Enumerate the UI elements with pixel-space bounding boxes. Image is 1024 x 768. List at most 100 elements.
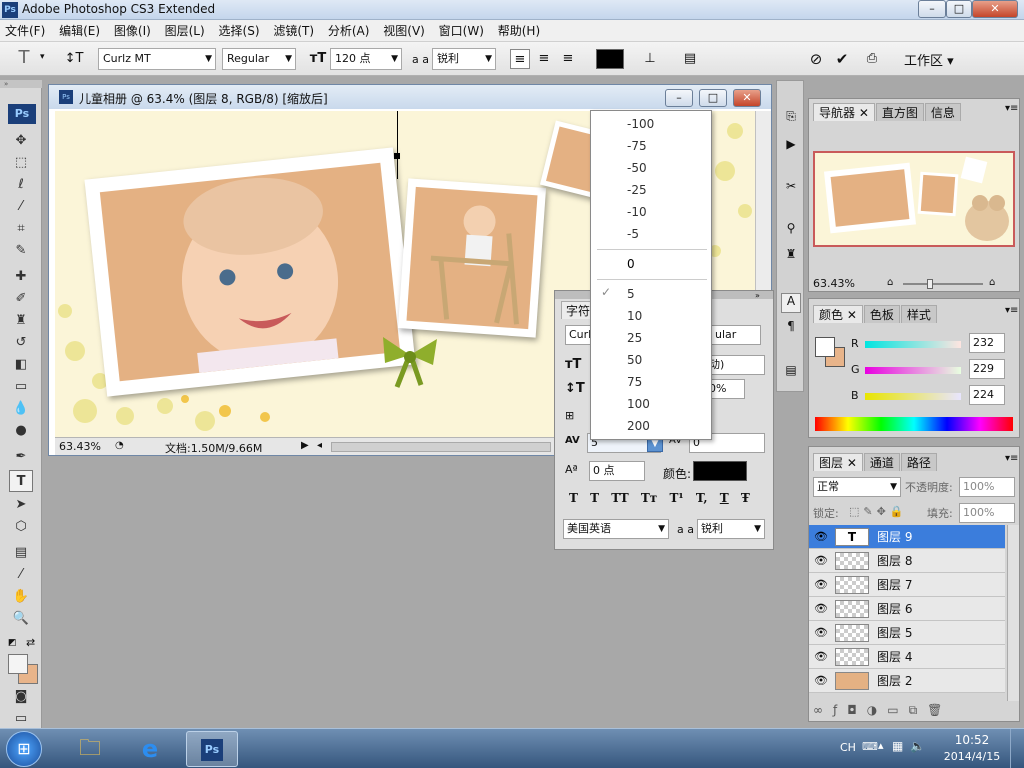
baseline-shift-field[interactable]: 0 点: [589, 461, 645, 481]
maximize-button[interactable]: □: [946, 0, 972, 18]
layer-row-5[interactable]: 👁 图层 5: [809, 621, 1005, 645]
text-style-buttons[interactable]: T T TT Tт T¹ T, T Ŧ: [569, 491, 750, 505]
menu-help[interactable]: 帮助(H): [493, 20, 545, 42]
channel-r-slider[interactable]: [865, 341, 961, 348]
notes-tool-icon[interactable]: ▤: [9, 542, 33, 564]
layer-row-8[interactable]: 👁 图层 8: [809, 549, 1005, 573]
menu-window[interactable]: 窗口(W): [434, 20, 489, 42]
dropdown-item[interactable]: 10: [591, 305, 711, 327]
menu-filter[interactable]: 滤镜(T): [268, 20, 319, 42]
lock-icons[interactable]: ⬚✎✥🔒: [849, 505, 908, 518]
antialias-select[interactable]: 锐利 ▼: [432, 48, 496, 70]
hand-tool-icon[interactable]: ✋: [9, 586, 33, 608]
text-tool-preset-icon[interactable]: T: [14, 48, 34, 68]
channel-g-field[interactable]: 229: [969, 359, 1005, 379]
zoom-slider-track[interactable]: [903, 283, 983, 285]
font-style-select[interactable]: Regular ▼: [222, 48, 296, 70]
visibility-eye-icon[interactable]: 👁: [813, 649, 829, 665]
blur-tool-icon[interactable]: 💧: [9, 398, 33, 420]
faux-bold-button[interactable]: T: [569, 491, 578, 505]
dropdown-item[interactable]: -75: [591, 135, 711, 157]
dropdown-item[interactable]: -50: [591, 157, 711, 179]
zoom-in-icon[interactable]: ⌂: [989, 277, 995, 288]
dropdown-item[interactable]: -100: [591, 113, 711, 135]
menu-image[interactable]: 图像(I): [109, 20, 156, 42]
char-font-style-field[interactable]: ular: [711, 325, 761, 345]
keyboard-icon[interactable]: ⌨: [862, 740, 878, 753]
input-language-indicator[interactable]: CH: [840, 741, 856, 754]
visibility-eye-icon[interactable]: 👁: [813, 577, 829, 593]
volume-icon[interactable]: 🔈: [910, 739, 925, 753]
panel-menu-icon[interactable]: ▾≡: [1005, 103, 1018, 114]
panel-menu-icon[interactable]: ▾≡: [1005, 453, 1018, 464]
dropdown-item[interactable]: -10: [591, 201, 711, 223]
color-spectrum-bar[interactable]: [815, 417, 1013, 431]
channel-b-field[interactable]: 224: [969, 385, 1005, 405]
bridge-icon[interactable]: ⎙: [862, 49, 882, 69]
dropdown-item[interactable]: 0: [591, 253, 711, 275]
dropdown-item[interactable]: 25: [591, 327, 711, 349]
gradient-tool-icon[interactable]: ▭: [9, 376, 33, 398]
visibility-eye-icon[interactable]: 👁: [813, 553, 829, 569]
workspace-menu[interactable]: 工作区 ▾: [904, 50, 954, 69]
superscript-button[interactable]: T¹: [669, 491, 683, 505]
tab-color[interactable]: 颜色 ✕: [813, 305, 863, 323]
tool-presets-icon[interactable]: ✂: [781, 179, 801, 199]
status-menu-arrow-icon[interactable]: ▶: [301, 440, 309, 451]
dropdown-item[interactable]: 75: [591, 371, 711, 393]
link-layers-icon[interactable]: ∞: [813, 703, 833, 717]
visibility-eye-icon[interactable]: 👁: [813, 601, 829, 617]
history-panel-icon[interactable]: ⎘: [781, 109, 801, 129]
clone-source-icon[interactable]: ♜: [781, 247, 801, 267]
network-icon[interactable]: ▦: [892, 739, 903, 753]
channel-g-slider[interactable]: [865, 367, 961, 374]
visibility-eye-icon[interactable]: 👁: [813, 625, 829, 641]
crop-tool-icon[interactable]: ⌗: [9, 218, 33, 240]
cancel-icon[interactable]: ⊘: [806, 49, 826, 69]
horizontal-scrollbar-thumb[interactable]: [331, 442, 551, 452]
magic-wand-tool-icon[interactable]: ⁄: [9, 196, 33, 218]
zoom-readout[interactable]: 63.43%: [59, 440, 101, 453]
doc-close-button[interactable]: ✕: [733, 89, 761, 107]
dodge-tool-icon[interactable]: ●: [9, 420, 33, 442]
dropdown-item[interactable]: 5: [591, 283, 711, 305]
character-panel-toggle-icon[interactable]: ▤: [680, 49, 700, 69]
layers-scrollbar[interactable]: [1007, 525, 1019, 701]
status-info-icon[interactable]: ◔: [115, 440, 124, 451]
fx-icon[interactable]: ƒ: [833, 703, 847, 717]
pen-tool-icon[interactable]: ✒: [9, 446, 33, 468]
dropdown-item[interactable]: -25: [591, 179, 711, 201]
all-caps-button[interactable]: TT: [611, 491, 628, 505]
mask-icon[interactable]: ◘: [847, 703, 867, 717]
tab-histogram[interactable]: 直方图: [875, 103, 924, 121]
new-group-icon[interactable]: ▭: [887, 703, 908, 717]
text-color-swatch[interactable]: [596, 49, 624, 69]
tray-expand-icon[interactable]: ▴: [878, 739, 884, 752]
layer-comps-icon[interactable]: ▤: [781, 363, 801, 383]
tab-info[interactable]: 信息: [924, 103, 961, 121]
menu-select[interactable]: 选择(S): [214, 20, 265, 42]
subscript-button[interactable]: T,: [696, 491, 708, 505]
panel-collapse-icon[interactable]: »: [755, 291, 760, 300]
fill-field[interactable]: 100%: [959, 503, 1015, 523]
healing-brush-tool-icon[interactable]: ✚: [9, 266, 33, 288]
close-button[interactable]: ✕: [972, 0, 1018, 18]
tab-navigator[interactable]: 导航器 ✕: [813, 103, 875, 121]
leading-field[interactable]: 动): [705, 355, 765, 375]
clone-stamp-tool-icon[interactable]: ♜: [9, 310, 33, 332]
zoom-slider-handle[interactable]: [927, 279, 933, 289]
menu-layer[interactable]: 图层(L): [160, 20, 210, 42]
layer-row-6[interactable]: 👁 图层 6: [809, 597, 1005, 621]
tab-layers[interactable]: 图层 ✕: [813, 453, 863, 471]
layer-row-4[interactable]: 👁 图层 4: [809, 645, 1005, 669]
slice-tool-icon[interactable]: ✎: [9, 240, 33, 262]
small-caps-button[interactable]: Tт: [641, 491, 657, 505]
blend-mode-select[interactable]: 正常 ▼: [813, 477, 901, 497]
default-colors-icon[interactable]: ◩: [8, 638, 17, 648]
document-title-bar[interactable]: Ps 儿童相册 @ 63.4% (图层 8, RGB/8) [缩放后] – □ …: [49, 85, 771, 109]
doc-minimize-button[interactable]: –: [665, 89, 693, 107]
layer-row-2[interactable]: 👁 图层 2: [809, 669, 1005, 693]
layer-row-9[interactable]: 👁 T 图层 9: [809, 525, 1005, 549]
font-family-select[interactable]: Curlz MT ▼: [98, 48, 216, 70]
marquee-tool-icon[interactable]: ⬚: [9, 152, 33, 174]
